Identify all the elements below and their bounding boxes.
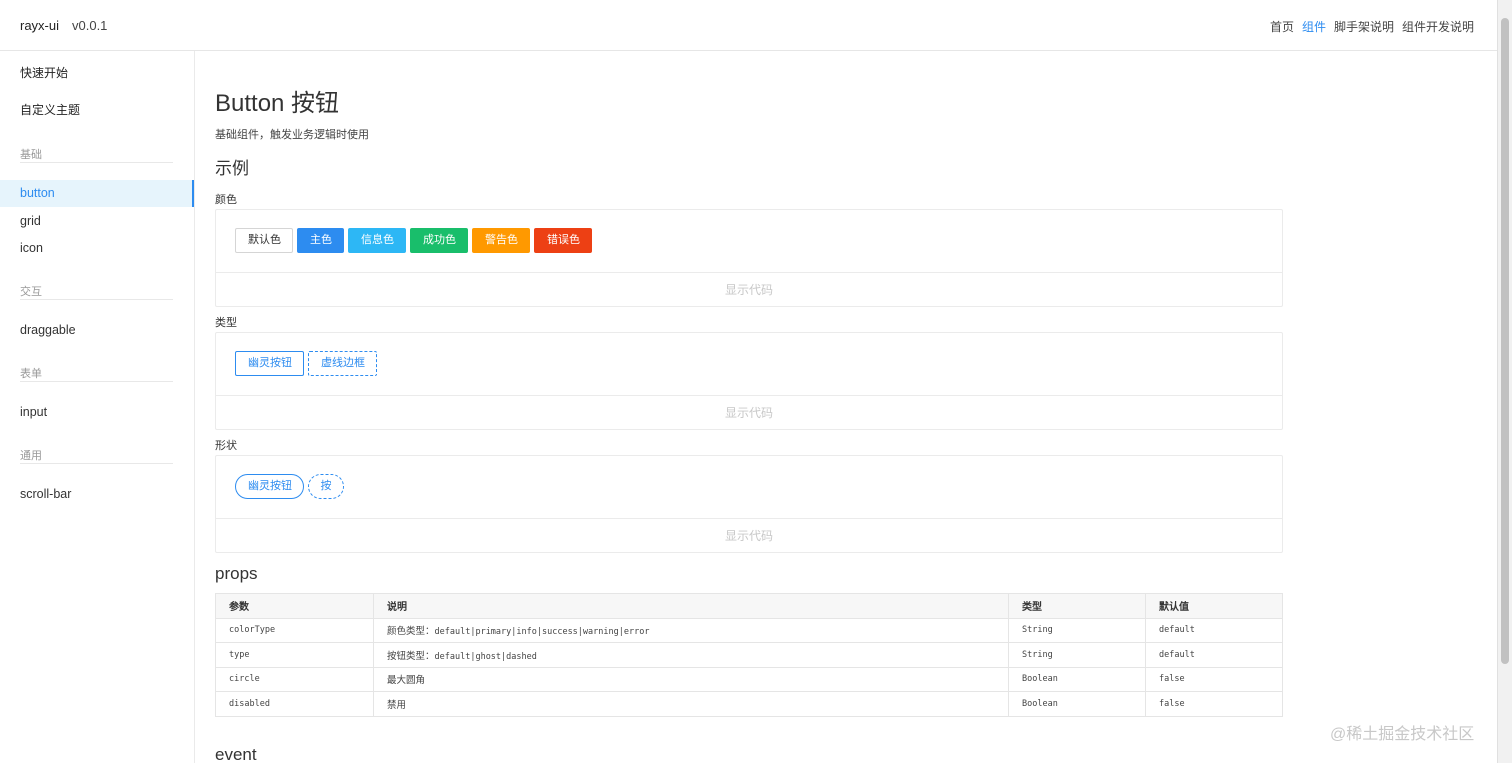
error-color-button[interactable]: 错误色	[534, 228, 592, 253]
column-header: 类型	[1008, 593, 1146, 619]
page-title: Button 按钮	[215, 90, 340, 117]
sidebar-group-title: 通用	[20, 450, 42, 462]
type-section-label: 类型	[215, 317, 237, 329]
prop-name: circle	[215, 666, 374, 692]
table-header-row: 参数 说明 类型 默认值	[215, 593, 1283, 619]
sidebar-link-custom-theme[interactable]: 自定义主题	[20, 101, 80, 118]
primary-color-button[interactable]: 主色	[297, 228, 344, 253]
sidebar-group-title: 基础	[20, 149, 42, 161]
prop-description: 禁用	[373, 691, 1009, 717]
main-content: Button 按钮 基础组件，触发业务逻辑时使用 示例 颜色 默认色 主色 信息…	[196, 51, 1497, 763]
prop-name: type	[215, 642, 374, 668]
watermark: @稀土掘金技术社区	[1330, 726, 1475, 743]
page-scrollbar[interactable]	[1497, 0, 1512, 763]
prop-description: 颜色类型：default|primary|info|success|warnin…	[373, 617, 1009, 643]
event-heading: event	[215, 745, 257, 763]
dashed-button[interactable]: 虚线边框	[308, 351, 377, 376]
prop-default: default	[1145, 617, 1283, 643]
show-code-toggle[interactable]: 显示代码	[216, 273, 1282, 307]
version-label: v0.0.1	[72, 18, 108, 33]
page-description: 基础组件，触发业务逻辑时使用	[215, 129, 369, 141]
prop-type: String	[1008, 642, 1146, 668]
top-navbar: rayx-ui v0.0.1 首页 组件 脚手架说明 组件开发说明	[0, 0, 1497, 51]
sidebar-divider	[20, 162, 173, 163]
column-header: 默认值	[1145, 593, 1283, 619]
scrollbar-thumb[interactable]	[1501, 18, 1509, 664]
sidebar-divider	[20, 463, 173, 464]
sidebar-divider	[20, 299, 173, 300]
prop-desc-values: default|primary|info|success|warning|err…	[434, 627, 650, 638]
sidebar-group-general: 通用	[20, 447, 173, 464]
prop-name: colorType	[215, 617, 374, 643]
sidebar-group-form: 表单	[20, 365, 173, 382]
sidebar-item-icon[interactable]: icon	[0, 235, 194, 262]
sidebar-link-quick-start[interactable]: 快速开始	[20, 64, 68, 81]
sidebar-item-draggable[interactable]: draggable	[0, 317, 194, 344]
sidebar-group-title: 表单	[20, 368, 42, 380]
props-table: 参数 说明 类型 默认值 colorType 颜色类型：default|prim…	[215, 593, 1283, 717]
shape-section-label: 形状	[215, 440, 237, 452]
info-color-button[interactable]: 信息色	[348, 228, 406, 253]
props-heading: props	[215, 564, 258, 583]
prop-description: 按钮类型：default|ghost|dashed	[373, 642, 1009, 668]
sidebar-item-scroll-bar[interactable]: scroll-bar	[0, 481, 194, 508]
sidebar-divider	[20, 381, 173, 382]
top-nav: 首页 组件 脚手架说明 组件开发说明	[1270, 18, 1474, 35]
sidebar-group-title: 交互	[20, 286, 42, 298]
prop-type: Boolean	[1008, 691, 1146, 717]
type-demo-box: 幽灵按钮 虚线边框 显示代码	[215, 332, 1283, 430]
shape-demo-box: 幽灵按钮 按 显示代码	[215, 455, 1283, 553]
prop-desc-values: default|ghost|dashed	[434, 651, 537, 662]
demo-preview: 幽灵按钮 虚线边框	[216, 333, 1282, 396]
color-section-label: 颜色	[215, 194, 237, 206]
sidebar-item-button[interactable]: button	[0, 180, 194, 207]
examples-heading: 示例	[215, 159, 249, 178]
show-code-toggle[interactable]: 显示代码	[216, 396, 1282, 430]
table-row: type 按钮类型：default|ghost|dashed String de…	[215, 642, 1283, 668]
show-code-toggle[interactable]: 显示代码	[216, 519, 1282, 553]
nav-component-dev-docs[interactable]: 组件开发说明	[1402, 18, 1474, 35]
color-demo-box: 默认色 主色 信息色 成功色 警告色 错误色 显示代码	[215, 209, 1283, 307]
default-color-button[interactable]: 默认色	[235, 228, 293, 253]
sidebar-group-interaction: 交互	[20, 283, 173, 300]
prop-name: disabled	[215, 691, 374, 717]
demo-preview: 幽灵按钮 按	[216, 456, 1282, 519]
sidebar: 快速开始 自定义主题 基础 button grid icon 交互 dragga…	[0, 51, 195, 763]
sidebar-item-grid[interactable]: grid	[0, 208, 194, 235]
circle-dashed-button[interactable]: 按	[308, 474, 344, 499]
prop-description: 最大圆角	[373, 666, 1009, 692]
column-header: 参数	[215, 593, 374, 619]
table-row: disabled 禁用 Boolean false	[215, 691, 1283, 717]
demo-preview: 默认色 主色 信息色 成功色 警告色 错误色	[216, 210, 1282, 273]
prop-default: default	[1145, 642, 1283, 668]
nav-scaffold-docs[interactable]: 脚手架说明	[1334, 18, 1394, 35]
prop-default: false	[1145, 666, 1283, 692]
nav-components[interactable]: 组件	[1302, 18, 1326, 35]
prop-default: false	[1145, 691, 1283, 717]
ghost-button[interactable]: 幽灵按钮	[235, 351, 304, 376]
prop-desc-label: 按钮类型：	[387, 650, 435, 662]
brand-logo-text[interactable]: rayx-ui	[20, 18, 59, 33]
success-color-button[interactable]: 成功色	[410, 228, 468, 253]
sidebar-item-input[interactable]: input	[0, 399, 194, 426]
prop-type: String	[1008, 617, 1146, 643]
column-header: 说明	[373, 593, 1009, 619]
round-ghost-button[interactable]: 幽灵按钮	[235, 474, 304, 499]
prop-type: Boolean	[1008, 666, 1146, 692]
warning-color-button[interactable]: 警告色	[472, 228, 530, 253]
sidebar-group-basic: 基础	[20, 146, 173, 163]
nav-home[interactable]: 首页	[1270, 18, 1294, 35]
table-row: colorType 颜色类型：default|primary|info|succ…	[215, 617, 1283, 643]
table-row: circle 最大圆角 Boolean false	[215, 666, 1283, 692]
prop-desc-label: 颜色类型：	[387, 626, 435, 638]
